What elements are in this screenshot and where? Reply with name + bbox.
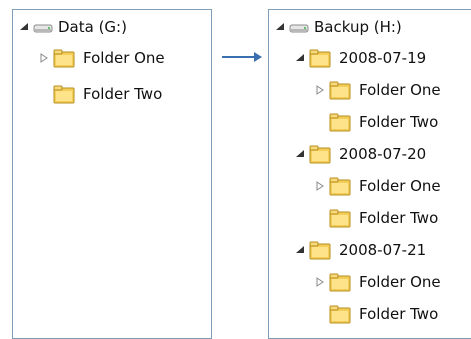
folder-icon [329,113,351,132]
folder-icon [329,305,351,324]
destination-tree-pane: Backup (H:) 2008-07-19 Folder One Folder… [268,9,471,339]
folder-label: Folder Two [83,85,163,103]
source-drive-label: Data (G:) [58,18,127,36]
date-folder-label: 2008-07-20 [339,145,427,163]
tree-node-folder-two[interactable]: Folder Two [315,302,438,326]
tree-node-folder-two[interactable]: Folder Two [315,206,438,230]
tree-node-folder-one[interactable]: Folder One [315,174,441,198]
date-folder-label: 2008-07-19 [339,49,427,67]
folder-icon [309,241,331,260]
folder-label: Folder Two [359,305,439,323]
folder-icon [53,85,75,104]
dest-drive-label: Backup (H:) [314,18,402,36]
tree-node-folder-one[interactable]: Folder One [315,270,441,294]
collapsed-triangle-icon[interactable] [39,46,49,70]
tree-node-source-drive[interactable]: Data (G:) [19,15,127,39]
expanded-triangle-icon[interactable] [275,15,285,39]
collapsed-triangle-icon[interactable] [315,270,325,294]
folder-icon [329,81,351,100]
folder-label: Folder One [359,177,441,195]
drive-icon [33,24,53,33]
expanded-triangle-icon[interactable] [295,142,305,166]
tree-node-date-2008-07-19[interactable]: 2008-07-19 [295,46,426,70]
folder-icon [309,145,331,164]
collapsed-triangle-icon[interactable] [315,174,325,198]
expanded-triangle-icon[interactable] [295,46,305,70]
folder-icon [309,49,331,68]
folder-label: Folder One [359,273,441,291]
folder-icon [53,49,75,68]
folder-label: Folder Two [359,113,439,131]
folder-icon [329,177,351,196]
expanded-triangle-icon[interactable] [19,15,29,39]
tree-node-date-2008-07-20[interactable]: 2008-07-20 [295,142,426,166]
collapsed-triangle-icon[interactable] [315,78,325,102]
tree-node-folder-two[interactable]: Folder Two [39,82,162,106]
folder-label: Folder One [359,81,441,99]
tree-node-folder-two[interactable]: Folder Two [315,110,438,134]
folder-icon [329,273,351,292]
folder-label: Folder One [83,49,165,67]
tree-node-folder-one[interactable]: Folder One [315,78,441,102]
folder-label: Folder Two [359,209,439,227]
drive-icon [289,24,309,33]
folder-icon [329,209,351,228]
tree-node-date-2008-07-21[interactable]: 2008-07-21 [295,238,426,262]
tree-node-folder-one[interactable]: Folder One [39,46,165,70]
date-folder-label: 2008-07-21 [339,241,427,259]
source-tree-pane: Data (G:) Folder One Folder Two [12,9,212,339]
tree-node-dest-drive[interactable]: Backup (H:) [275,15,402,39]
arrow-right-icon [222,52,262,62]
expanded-triangle-icon[interactable] [295,238,305,262]
